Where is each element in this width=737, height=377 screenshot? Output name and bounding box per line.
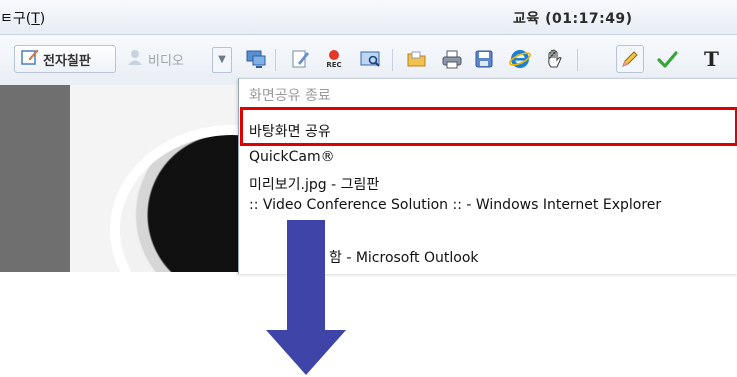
menubar: ㅌ구(T) 교육 (01:17:49) [0, 0, 737, 35]
document-edit-icon[interactable] [288, 47, 312, 71]
record-button[interactable]: REC [322, 47, 346, 71]
menu-item-stop-share[interactable]: 화면공유 종료 [249, 85, 331, 105]
pen-tool-button[interactable] [616, 45, 644, 73]
record-dot-icon [329, 50, 339, 60]
toolbar-divider [392, 49, 393, 71]
capture-screen-icon[interactable] [358, 47, 382, 71]
checkmark-icon[interactable] [655, 47, 679, 71]
menu-item-outlook[interactable]: 함 - Microsoft Outlook [329, 247, 479, 267]
tools-menu-label: ㅌ구( [0, 11, 32, 27]
save-icon[interactable] [472, 47, 496, 71]
shared-image-preview [0, 85, 240, 272]
video-button[interactable]: 비디오 [122, 45, 208, 73]
pencil-icon [617, 46, 643, 72]
video-label: 비디오 [148, 53, 184, 69]
hand-tool-icon[interactable] [542, 47, 566, 71]
record-label: REC [326, 61, 342, 69]
highlight-box [240, 107, 737, 146]
session-timer: 교육 (01:17:49) [513, 11, 633, 27]
video-user-icon [126, 48, 144, 70]
tools-menu-suffix: ) [39, 11, 46, 27]
down-arrow-shaft [287, 220, 325, 332]
toolbar-divider [275, 49, 276, 71]
photo-shadow [0, 85, 70, 272]
print-icon[interactable] [440, 47, 464, 71]
toolbar-divider [577, 49, 578, 71]
screen-share-icon[interactable] [244, 47, 268, 71]
menu-item-ie-window[interactable]: :: Video Conference Solution :: - Window… [249, 197, 661, 213]
video-dropdown-arrow[interactable]: ▼ [212, 47, 232, 73]
whiteboard-label: 전자칠판 [43, 53, 91, 69]
cup-rim [110, 125, 240, 272]
tools-menu[interactable]: ㅌ구(T) [0, 8, 45, 28]
menu-item-paint[interactable]: 미리보기.jpg - 그림판 [249, 174, 379, 194]
whiteboard-button[interactable]: 전자칠판 [14, 45, 116, 73]
text-tool-button[interactable]: T [704, 47, 719, 71]
menu-item-quickcam[interactable]: QuickCam® [249, 149, 335, 165]
internet-explorer-icon[interactable] [508, 47, 532, 71]
tools-menu-hotkey: T [31, 11, 40, 27]
down-arrow-icon [266, 330, 346, 375]
whiteboard-icon [21, 48, 39, 70]
open-folder-icon[interactable] [405, 47, 429, 71]
